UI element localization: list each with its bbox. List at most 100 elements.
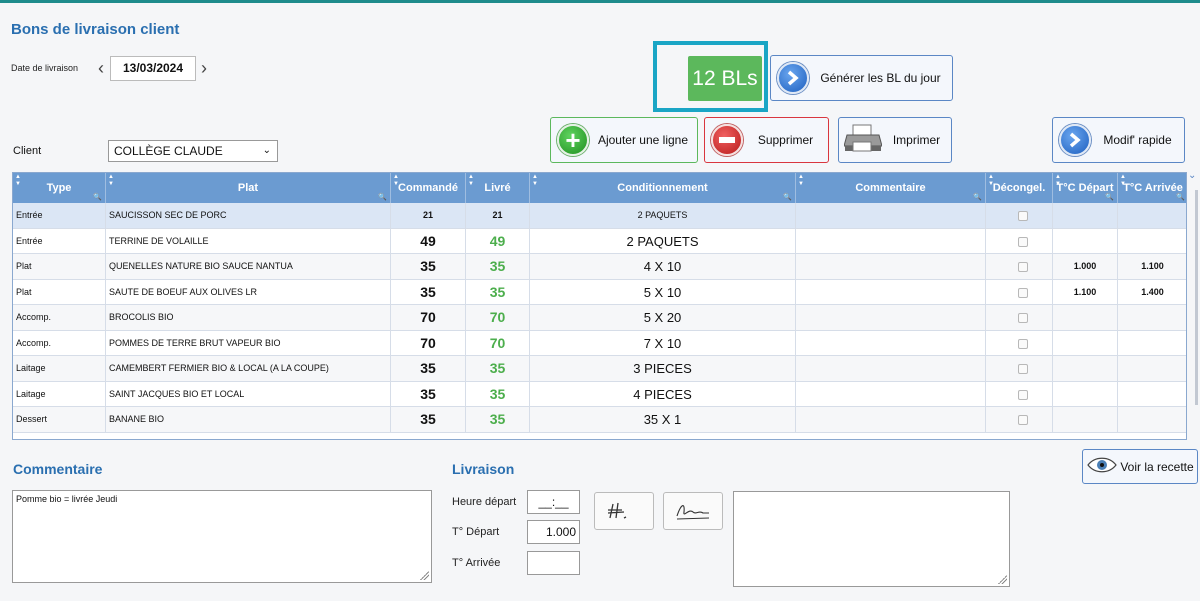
sort-icon: ▲ ▼ <box>798 174 804 187</box>
cell-decongel <box>986 407 1053 432</box>
cell-decongel <box>986 305 1053 330</box>
column-header-commentaire[interactable]: ▲ ▼ Commentaire 🔍 <box>796 173 986 203</box>
print-label: Imprimer <box>892 133 941 147</box>
chevron-right-icon <box>777 62 809 94</box>
cell-livre: 35 <box>466 407 530 432</box>
column-header-temp-depart[interactable]: ▲ ▼ T°C Départ 🔍 <box>1053 173 1118 203</box>
cell-commande: 35 <box>391 407 466 432</box>
cell-commande: 70 <box>391 305 466 330</box>
top-accent-bar <box>0 0 1200 3</box>
cell-arr <box>1118 356 1186 381</box>
decongel-checkbox[interactable] <box>1018 211 1028 221</box>
cell-comment <box>796 305 986 330</box>
cell-type: Entrée <box>13 203 106 228</box>
date-label: Date de livraison <box>11 63 79 73</box>
decongel-checkbox[interactable] <box>1018 287 1028 298</box>
table-row[interactable]: Plat QUENELLES NATURE BIO SAUCE NANTUA 35 3… <box>13 254 1186 280</box>
cell-type: Plat <box>13 254 106 279</box>
column-header-plat[interactable]: ▲ ▼ Plat 🔍 <box>106 173 391 203</box>
signature-client-button[interactable] <box>663 492 723 530</box>
column-header-decongel[interactable]: ▲ ▼ Décongel. <box>986 173 1053 203</box>
column-header-temp-arrivee[interactable]: ▲ ▼ T°C Arrivée 🔍 <box>1118 173 1186 203</box>
cell-cond: 5 X 20 <box>530 305 796 330</box>
column-header-type[interactable]: ▲ ▼ Type 🔍 <box>13 173 106 203</box>
cell-dep <box>1053 228 1118 254</box>
cell-dep <box>1053 381 1118 407</box>
signature-icon <box>607 502 627 519</box>
cell-arr: 1.400 <box>1118 280 1186 305</box>
cell-commande: 21 <box>391 203 466 228</box>
cell-decongel <box>986 254 1053 279</box>
chevron-down-icon[interactable]: ⌄ <box>1188 170 1196 181</box>
sort-icon: ▲ ▼ <box>532 174 538 187</box>
client-select[interactable]: COLLÈGE CLAUDE ⌄ <box>108 140 278 162</box>
sort-icon: ▲ ▼ <box>393 174 399 187</box>
date-input[interactable]: 13/03/2024 <box>110 56 196 81</box>
generate-bl-button[interactable]: Générer les BL du jour <box>770 55 953 101</box>
cell-decongel <box>986 330 1053 356</box>
decongel-checkbox[interactable] <box>1018 415 1028 425</box>
cell-type: Laitage <box>13 381 106 407</box>
chevron-right-icon[interactable]: › <box>197 57 211 79</box>
cell-cond: 35 X 1 <box>530 407 796 432</box>
resize-grip-icon[interactable] <box>997 574 1007 584</box>
view-recipe-button[interactable]: Voir la recette <box>1082 449 1198 484</box>
add-line-button[interactable]: + Ajouter une ligne <box>550 117 698 163</box>
cell-type: Accomp. <box>13 330 106 356</box>
cell-arr: 1.100 <box>1118 254 1186 279</box>
quick-edit-label: Modif' rapide <box>1103 133 1172 147</box>
delete-button[interactable]: Supprimer <box>704 117 829 163</box>
comment-textarea[interactable]: Pomme bio = livrée Jeudi <box>12 490 432 583</box>
decongel-checkbox[interactable] <box>1018 236 1028 247</box>
resize-grip-icon[interactable] <box>419 570 429 580</box>
cell-cond: 2 PAQUETS <box>530 203 796 228</box>
quick-edit-button[interactable]: Modif' rapide <box>1052 117 1185 163</box>
table-header: ▲ ▼ Type 🔍 ▲ ▼ Plat 🔍 ▲ ▼ Commandé ▲ ▼ Livré ▲ ▼ Con… <box>13 173 1186 203</box>
print-button[interactable]: Imprimer <box>838 117 952 163</box>
column-header-commande[interactable]: ▲ ▼ Commandé <box>391 173 466 203</box>
t-depart-input[interactable]: 1.000 <box>527 520 580 544</box>
delivery-notes-textarea[interactable] <box>733 491 1010 587</box>
column-header-conditionnement[interactable]: ▲ ▼ Conditionnement 🔍 <box>530 173 796 203</box>
cell-arr <box>1118 382 1186 407</box>
cell-livre: 35 <box>466 254 530 279</box>
search-icon: 🔍 <box>783 194 792 201</box>
sort-icon: ▲ ▼ <box>1120 174 1126 187</box>
bl-count-badge[interactable]: 12 BLs <box>688 56 762 101</box>
cell-cond: 2 PAQUETS <box>530 228 796 254</box>
cell-commande: 70 <box>391 330 466 356</box>
heure-depart-input[interactable]: __:__ <box>527 490 580 514</box>
decongel-checkbox[interactable] <box>1018 338 1028 349</box>
decongel-checkbox[interactable] <box>1018 262 1028 272</box>
table-row[interactable]: Accomp. BROCOLIS BIO 70 70 5 X 20 <box>13 305 1186 331</box>
decongel-checkbox[interactable] <box>1018 389 1028 400</box>
cell-dep <box>1053 407 1118 432</box>
view-recipe-label: Voir la recette <box>1120 459 1194 474</box>
add-line-label: Ajouter une ligne <box>597 133 689 147</box>
cell-comment <box>796 228 986 254</box>
table-scrollbar-thumb[interactable] <box>1195 190 1198 405</box>
table-row[interactable]: Entrée TERRINE DE VOLAILLE 49 49 2 PAQUETS <box>13 228 1186 254</box>
sort-icon: ▲ ▼ <box>15 174 21 187</box>
decongel-checkbox[interactable] <box>1018 313 1028 323</box>
table-row[interactable]: Laitage SAINT JACQUES BIO ET LOCAL 35 35 4 P… <box>13 381 1186 407</box>
page-title: Bons de livraison client <box>11 21 180 38</box>
table-row[interactable]: Dessert BANANE BIO 35 35 35 X 1 <box>13 407 1186 433</box>
chevron-left-icon[interactable]: ‹ <box>94 57 108 79</box>
cell-plat: CAMEMBERT FERMIER BIO & LOCAL (A LA COUP… <box>106 356 391 381</box>
table-row[interactable]: Plat SAUTE DE BOEUF AUX OLIVES LR 35 35 5 X … <box>13 279 1186 305</box>
plus-icon: + <box>557 124 589 156</box>
table-row[interactable]: Entrée SAUCISSON SEC DE PORC 21 21 2 PAQUETS <box>13 203 1186 229</box>
cell-commande: 35 <box>391 381 466 407</box>
signature-driver-button[interactable] <box>594 492 654 530</box>
cell-plat: TERRINE DE VOLAILLE <box>106 228 391 254</box>
decongel-checkbox[interactable] <box>1018 364 1028 374</box>
cell-comment <box>796 330 986 356</box>
cell-comment <box>796 356 986 381</box>
table-row[interactable]: Laitage CAMEMBERT FERMIER BIO & LOCAL (A … <box>13 356 1186 382</box>
table-row[interactable]: Accomp. POMMES DE TERRE BRUT VAPEUR BIO 70… <box>13 330 1186 356</box>
cell-dep <box>1053 330 1118 356</box>
t-arrivee-input[interactable] <box>527 551 580 575</box>
cell-dep: 1.100 <box>1053 279 1118 305</box>
column-header-livre[interactable]: ▲ ▼ Livré <box>466 173 530 203</box>
